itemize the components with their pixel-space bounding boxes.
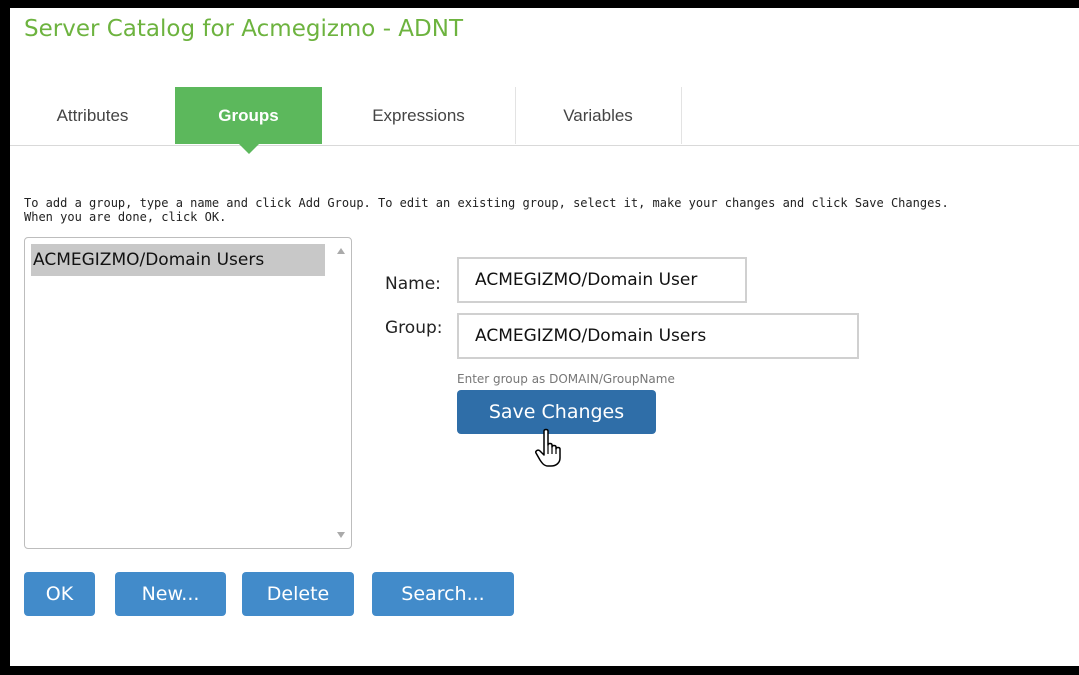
scroll-up-arrow-icon[interactable]: [337, 248, 345, 254]
list-item-selected[interactable]: ACMEGIZMO/Domain Users: [31, 244, 325, 276]
group-listbox[interactable]: ACMEGIZMO/Domain Users: [24, 237, 352, 549]
instructions-line-1: To add a group, type a name and click Ad…: [24, 196, 949, 210]
tab-attributes[interactable]: Attributes: [10, 87, 176, 144]
dialog: Server Catalog for Acmegizmo - ADNT Attr…: [10, 8, 1079, 666]
active-tab-pointer: [238, 144, 259, 154]
new-button[interactable]: New...: [115, 572, 226, 616]
dialog-title: Server Catalog for Acmegizmo - ADNT: [24, 16, 463, 42]
name-label: Name:: [385, 274, 441, 294]
tab-label: Attributes: [56, 105, 129, 125]
tab-expressions[interactable]: Expressions: [322, 87, 516, 144]
tab-label: Groups: [218, 105, 279, 125]
delete-button[interactable]: Delete: [242, 572, 354, 616]
instructions: To add a group, type a name and click Ad…: [24, 196, 1079, 224]
window-frame: Server Catalog for Acmegizmo - ADNT Attr…: [0, 0, 1079, 675]
tab-variables[interactable]: Variables: [515, 87, 682, 144]
group-field[interactable]: ACMEGIZMO/Domain Users: [457, 313, 859, 359]
tab-groups[interactable]: Groups: [175, 87, 322, 154]
scroll-down-arrow-icon[interactable]: [337, 532, 345, 538]
tab-label: Variables: [563, 105, 633, 125]
name-field[interactable]: ACMEGIZMO/Domain User: [457, 257, 747, 303]
instructions-line-2: When you are done, click OK.: [24, 210, 227, 224]
group-label: Group:: [385, 318, 443, 338]
tab-label: Expressions: [372, 105, 465, 125]
hand-pointer-icon: [535, 428, 561, 467]
group-hint: Enter group as DOMAIN/GroupName: [457, 372, 675, 386]
search-button[interactable]: Search...: [372, 572, 514, 616]
ok-button[interactable]: OK: [24, 572, 95, 616]
tab-bar: Attributes Groups Expressions Variables: [10, 87, 1079, 154]
